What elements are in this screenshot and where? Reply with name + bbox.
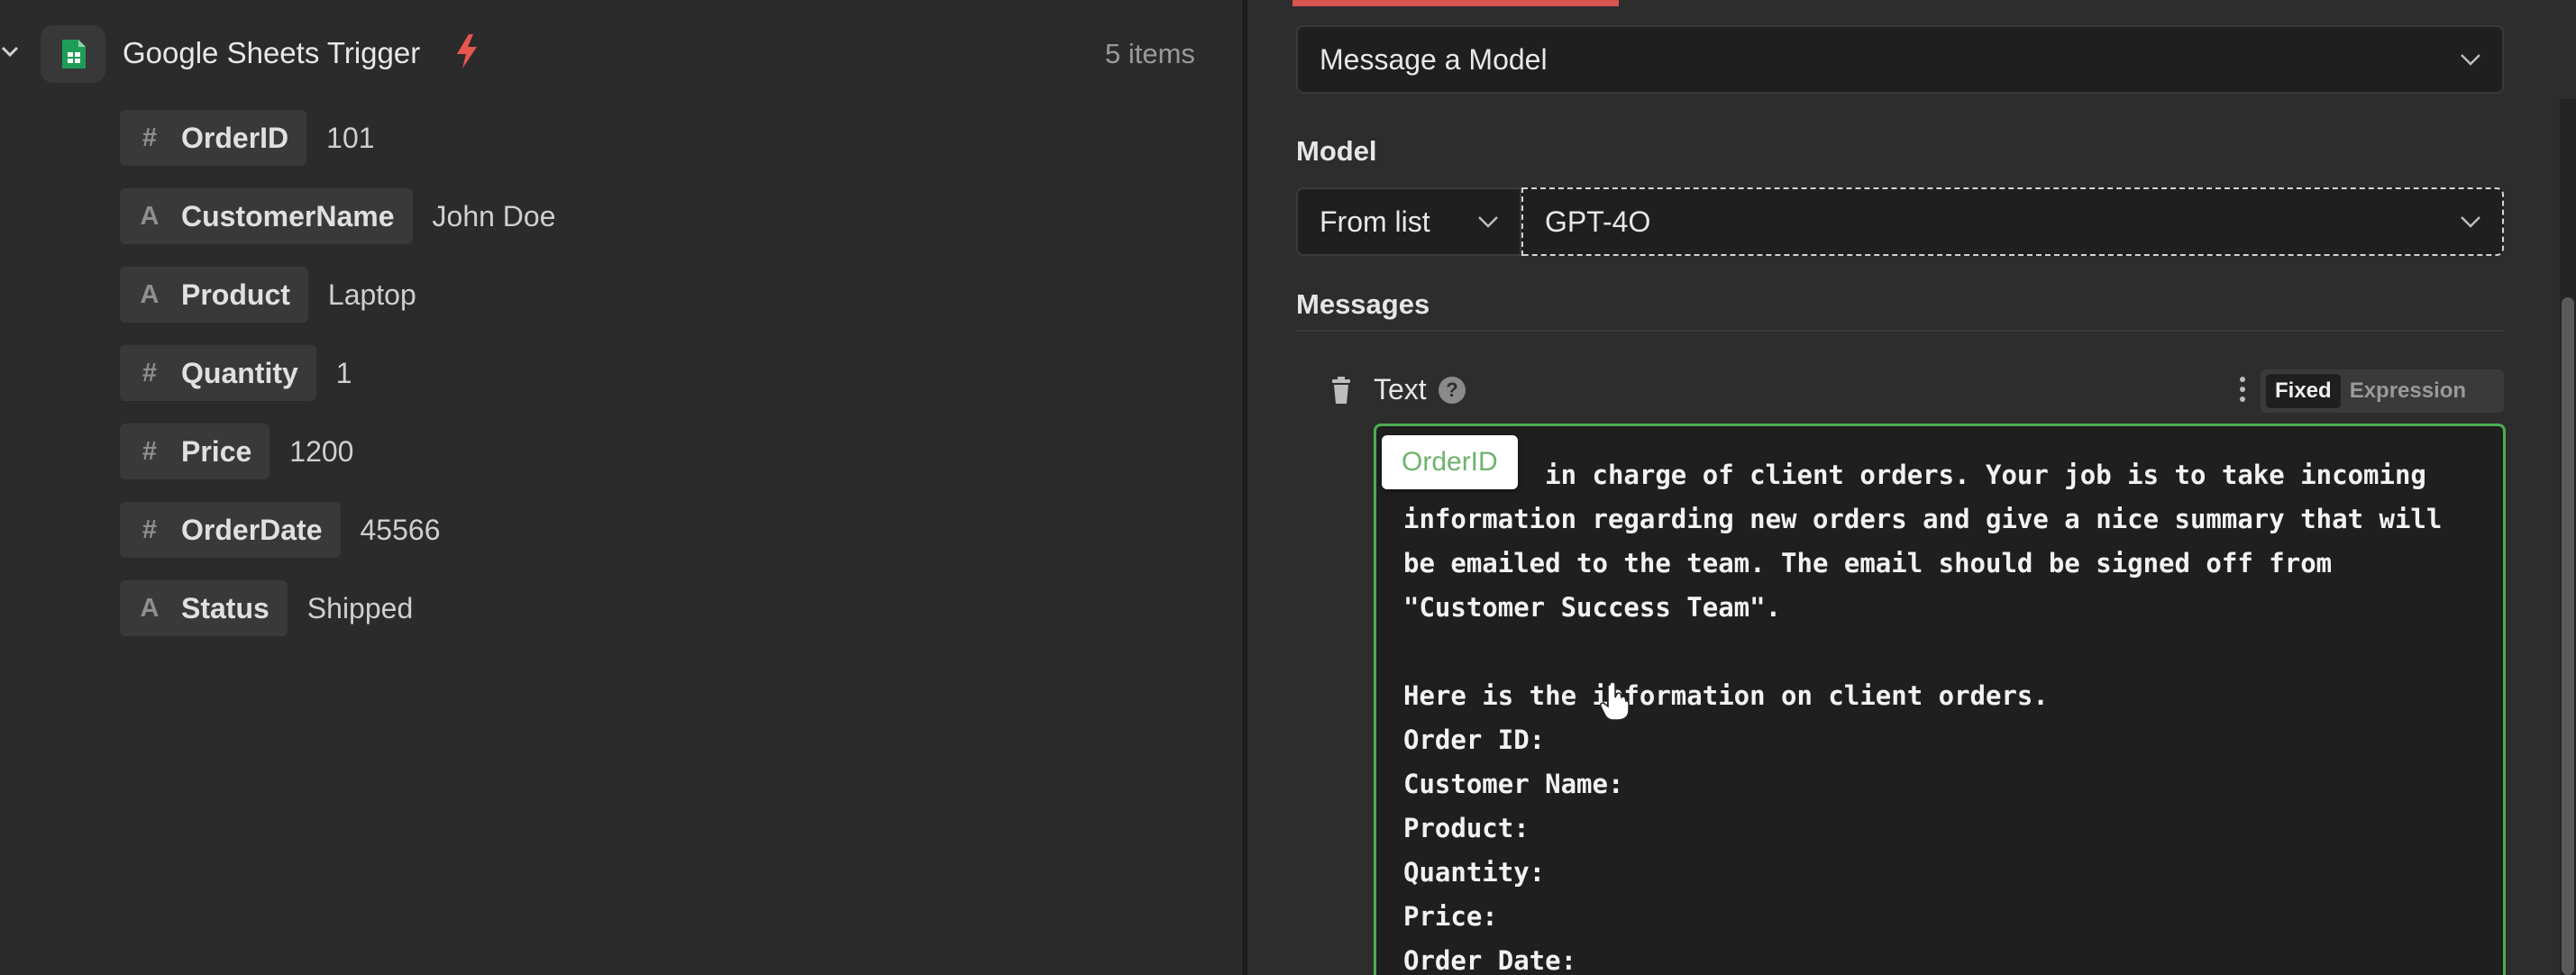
scrollbar-thumb[interactable] bbox=[2562, 297, 2574, 975]
message-line: Order ID: bbox=[1403, 724, 1546, 755]
model-label: Model bbox=[1296, 135, 1377, 167]
message-line: Quantity: bbox=[1403, 857, 1546, 888]
message-line: "Customer Success Team". bbox=[1403, 592, 1782, 623]
message-text-editor[interactable]: in charge of client orders. Your job is … bbox=[1374, 424, 2506, 975]
field-name: Price bbox=[181, 434, 252, 468]
operation-select[interactable]: Message a Model bbox=[1296, 25, 2504, 94]
message-line: information regarding new orders and giv… bbox=[1403, 504, 2443, 534]
chevron-down-icon bbox=[2461, 54, 2480, 66]
node-parameters-panel: Message a Model Model From list GPT-4O M… bbox=[1247, 0, 2576, 975]
model-mode-select[interactable]: From list bbox=[1296, 187, 1521, 256]
field-chip[interactable]: # OrderID bbox=[120, 110, 307, 166]
trash-icon[interactable] bbox=[1330, 377, 1352, 404]
message-line: in charge of client orders. Your job is … bbox=[1403, 460, 2426, 490]
field-row-quantity[interactable]: # Quantity 1 bbox=[120, 345, 352, 401]
field-value: 101 bbox=[326, 121, 375, 154]
field-row-product[interactable]: A Product Laptop bbox=[120, 267, 416, 323]
text-field-label: Text bbox=[1374, 373, 1427, 405]
field-name: CustomerName bbox=[181, 199, 395, 232]
chevron-down-icon[interactable] bbox=[0, 41, 20, 61]
message-line: Price: bbox=[1403, 901, 1498, 932]
trigger-node-row[interactable]: Google Sheets Trigger 5 items bbox=[0, 25, 1242, 83]
field-row-orderdate[interactable]: # OrderDate 45566 bbox=[120, 502, 440, 558]
trigger-node-title: Google Sheets Trigger bbox=[123, 36, 421, 69]
field-chip[interactable]: # Quantity bbox=[120, 345, 316, 401]
field-value: Shipped bbox=[306, 591, 414, 624]
help-icon[interactable]: ? bbox=[1439, 377, 1466, 404]
messages-divider bbox=[1296, 330, 2504, 332]
number-type-icon: # bbox=[142, 515, 158, 544]
fixed-expression-toggle[interactable]: Fixed Expression bbox=[2261, 369, 2504, 413]
field-value: John Doe bbox=[432, 199, 556, 232]
fixed-mode-button[interactable]: Fixed bbox=[2266, 374, 2341, 408]
message-line: Order Date: bbox=[1403, 945, 1577, 975]
message-line bbox=[1403, 630, 2485, 674]
model-select[interactable]: GPT-4O bbox=[1521, 187, 2504, 256]
lightning-bolt-icon bbox=[457, 34, 477, 68]
operation-select-value: Message a Model bbox=[1320, 42, 1548, 76]
field-chip[interactable]: # OrderDate bbox=[120, 502, 341, 558]
google-sheets-icon bbox=[41, 25, 105, 83]
string-type-icon: A bbox=[140, 279, 160, 309]
field-name: OrderDate bbox=[181, 513, 323, 546]
message-text-content[interactable]: in charge of client orders. Your job is … bbox=[1403, 453, 2485, 975]
field-name: Quantity bbox=[181, 356, 298, 389]
field-chip[interactable]: A Product bbox=[120, 267, 308, 323]
field-name: OrderID bbox=[181, 121, 289, 154]
drag-field-pill: OrderID bbox=[1382, 435, 1518, 489]
input-data-panel: Google Sheets Trigger 5 items # OrderID … bbox=[0, 0, 1242, 975]
number-type-icon: # bbox=[142, 358, 158, 387]
number-type-icon: # bbox=[142, 436, 158, 466]
field-name: Status bbox=[181, 591, 269, 624]
expression-mode-button[interactable]: Expression bbox=[2350, 378, 2466, 404]
field-value: 45566 bbox=[360, 513, 441, 546]
field-name: Product bbox=[181, 278, 290, 311]
model-select-value: GPT-4O bbox=[1545, 205, 1651, 238]
message-line: be emailed to the team. The email should… bbox=[1403, 548, 2333, 579]
chevron-down-icon bbox=[1478, 216, 1498, 228]
field-value: 1200 bbox=[289, 434, 354, 468]
string-type-icon: A bbox=[140, 201, 160, 231]
field-row-customername[interactable]: A CustomerName John Doe bbox=[120, 188, 556, 244]
message-line: Customer Name: bbox=[1403, 769, 1624, 799]
hand-cursor-icon bbox=[1600, 681, 1630, 721]
model-mode-value: From list bbox=[1320, 205, 1430, 238]
field-row-orderid[interactable]: # OrderID 101 bbox=[120, 110, 375, 166]
active-tab-indicator bbox=[1293, 0, 1619, 6]
more-options-icon[interactable] bbox=[2239, 377, 2246, 407]
field-row-status[interactable]: A Status Shipped bbox=[120, 580, 413, 636]
messages-label: Messages bbox=[1296, 288, 1430, 320]
field-value: 1 bbox=[335, 356, 352, 389]
message-line: Here is the information on client orders… bbox=[1403, 680, 2049, 711]
message-line: Product: bbox=[1403, 813, 1530, 843]
field-chip[interactable]: # Price bbox=[120, 424, 270, 479]
number-type-icon: # bbox=[142, 123, 158, 152]
chevron-down-icon bbox=[2461, 216, 2480, 228]
field-chip[interactable]: A CustomerName bbox=[120, 188, 413, 244]
items-count: 5 items bbox=[1105, 38, 1195, 69]
string-type-icon: A bbox=[140, 593, 160, 623]
field-row-price[interactable]: # Price 1200 bbox=[120, 424, 353, 479]
field-chip[interactable]: A Status bbox=[120, 580, 288, 636]
field-value: Laptop bbox=[327, 278, 416, 311]
